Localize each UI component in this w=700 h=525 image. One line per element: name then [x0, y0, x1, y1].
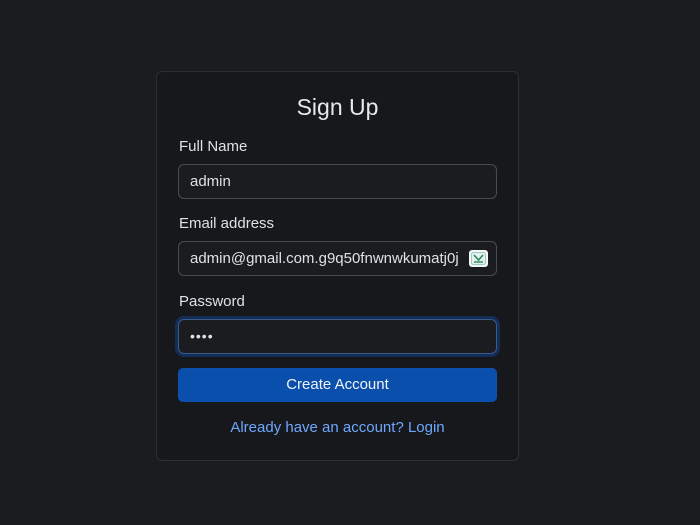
- email-label: Email address: [179, 215, 275, 232]
- page-title: Sign Up: [296, 94, 379, 120]
- autofill-icon[interactable]: [469, 250, 488, 267]
- full-name-label: Full Name: [179, 138, 248, 155]
- login-link[interactable]: Already have an account? Login: [157, 419, 518, 436]
- create-account-button[interactable]: Create Account: [178, 368, 497, 402]
- password-label: Password: [179, 293, 245, 310]
- email-value: admin@gmail.com.g9q50fnwnwkumatj0j: [190, 250, 459, 267]
- full-name-value: admin: [190, 173, 231, 190]
- signup-card: Sign Up Full Name admin Email address ad…: [156, 71, 519, 461]
- password-input[interactable]: ••••: [178, 319, 497, 354]
- full-name-input[interactable]: admin: [178, 164, 497, 199]
- email-input[interactable]: admin@gmail.com.g9q50fnwnwkumatj0j: [178, 241, 497, 276]
- password-value: ••••: [190, 328, 214, 344]
